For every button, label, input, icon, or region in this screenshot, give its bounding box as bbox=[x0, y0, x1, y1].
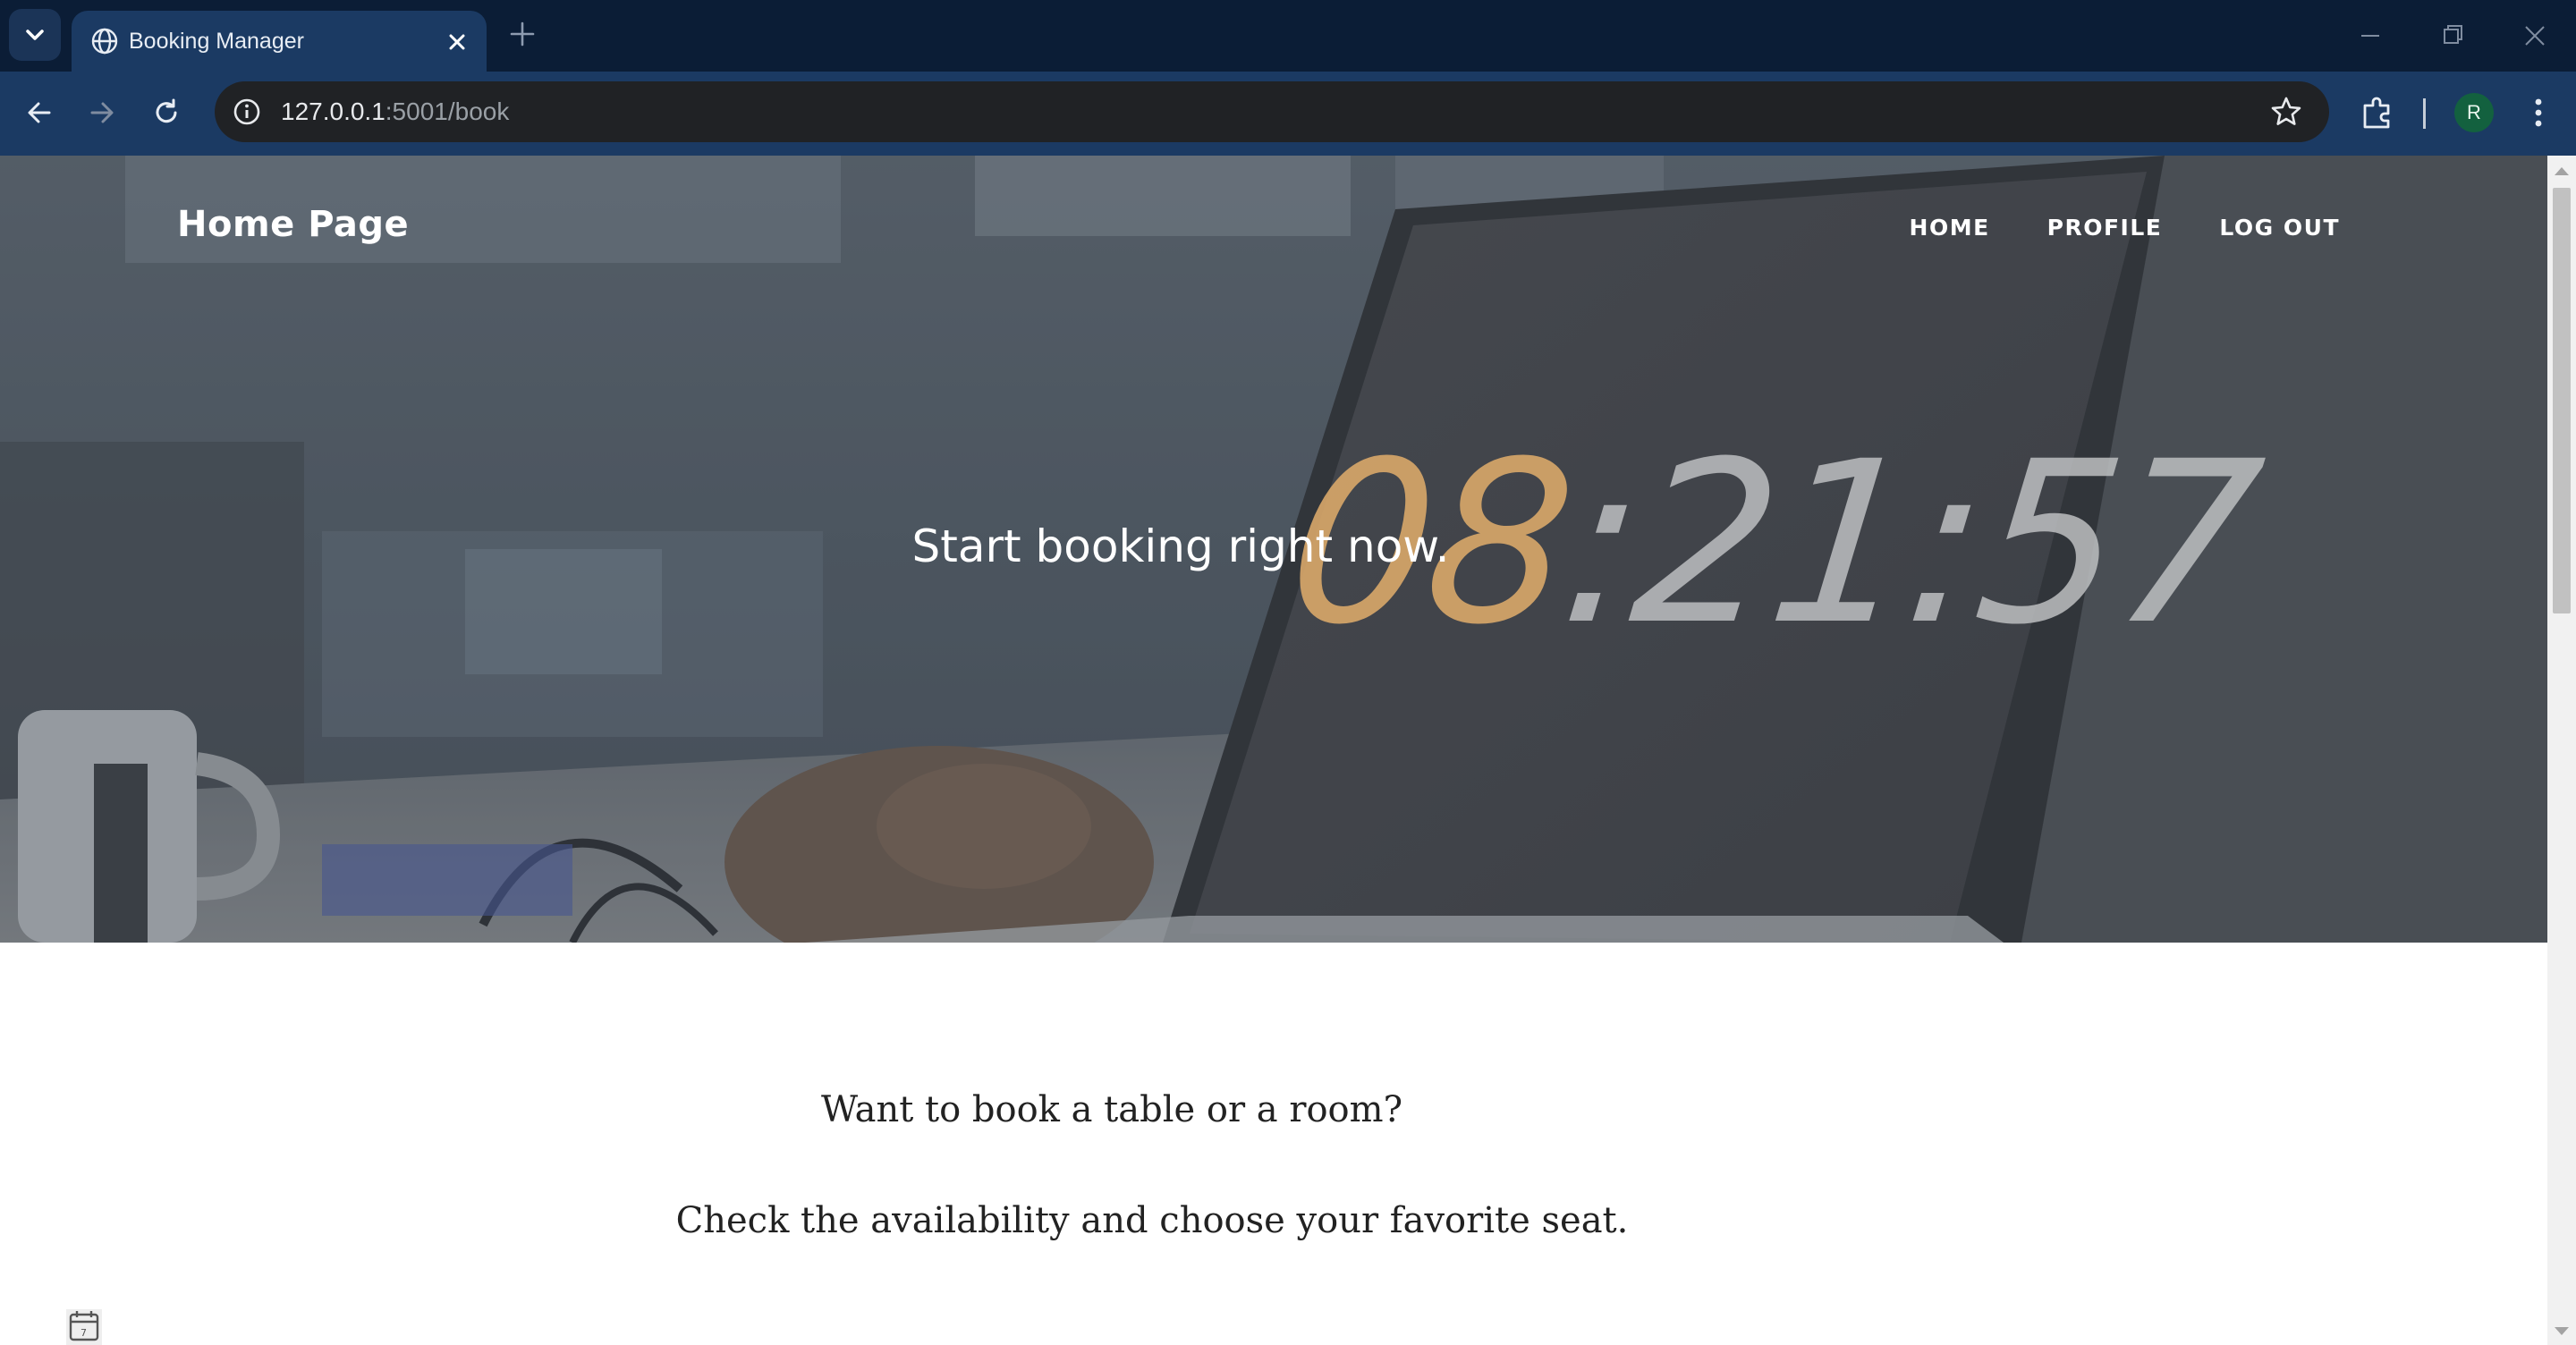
active-tab[interactable]: Booking Manager bbox=[72, 11, 487, 73]
hero-section: 08:21:57 Home Page HOME PROFILE LOG OUT … bbox=[0, 156, 2547, 943]
brand-title[interactable]: Home Page bbox=[177, 204, 409, 245]
scroll-down-arrow-icon[interactable] bbox=[2547, 1322, 2576, 1340]
tab-search-icon bbox=[26, 30, 44, 40]
url-path: :5001/book bbox=[385, 97, 510, 125]
hero-heading: Start booking right now. bbox=[911, 520, 1450, 572]
tab-title: Booking Manager bbox=[129, 29, 304, 54]
forward-button[interactable] bbox=[82, 93, 122, 132]
booking-question: Want to book a table or a room? bbox=[820, 1089, 1403, 1130]
nav-log-out[interactable]: LOG OUT bbox=[2219, 215, 2340, 241]
window-close-icon[interactable] bbox=[2517, 18, 2553, 54]
browser-toolbar: 127.0.0.1:5001/book R bbox=[0, 72, 2576, 156]
address-bar[interactable]: 127.0.0.1:5001/book bbox=[215, 81, 2329, 142]
nav-profile[interactable]: PROFILE bbox=[2047, 215, 2163, 241]
booking-instruction: Check the availability and choose your f… bbox=[675, 1200, 1629, 1241]
tab-search-button[interactable] bbox=[9, 9, 61, 61]
svg-text:7: 7 bbox=[80, 1327, 87, 1339]
minimize-icon[interactable] bbox=[2352, 18, 2388, 54]
more-vert-icon[interactable] bbox=[2521, 93, 2556, 132]
page-viewport: 08:21:57 Home Page HOME PROFILE LOG OUT … bbox=[0, 156, 2547, 1345]
browser-tabstrip: Booking Manager bbox=[0, 0, 2576, 73]
url-text[interactable]: 127.0.0.1:5001/book bbox=[281, 96, 509, 128]
page-scrollbar[interactable] bbox=[2547, 156, 2576, 1345]
forward-arrow-icon bbox=[90, 102, 114, 123]
nav-home[interactable]: HOME bbox=[1910, 215, 1990, 241]
plus-icon[interactable] bbox=[506, 18, 538, 50]
info-icon bbox=[233, 98, 260, 125]
scroll-thumb[interactable] bbox=[2553, 188, 2571, 613]
calendar-icon[interactable]: 7 bbox=[63, 1309, 102, 1345]
url-host: 127.0.0.1 bbox=[281, 97, 386, 125]
back-arrow-icon bbox=[28, 102, 51, 123]
main-nav: HOME PROFILE LOG OUT bbox=[1910, 215, 2340, 241]
extensions-icon[interactable] bbox=[2358, 93, 2397, 132]
star-icon[interactable] bbox=[2268, 94, 2304, 130]
reload-button[interactable] bbox=[147, 93, 186, 132]
scroll-up-arrow-icon[interactable] bbox=[2547, 163, 2576, 181]
close-icon[interactable] bbox=[442, 27, 472, 57]
globe-icon bbox=[91, 28, 118, 55]
reload-icon bbox=[156, 98, 177, 123]
profile-avatar[interactable]: R bbox=[2454, 93, 2494, 132]
restore-icon[interactable] bbox=[2435, 18, 2470, 54]
back-button[interactable] bbox=[20, 93, 59, 132]
site-info-button[interactable] bbox=[227, 92, 267, 131]
toolbar-divider bbox=[2423, 98, 2426, 129]
